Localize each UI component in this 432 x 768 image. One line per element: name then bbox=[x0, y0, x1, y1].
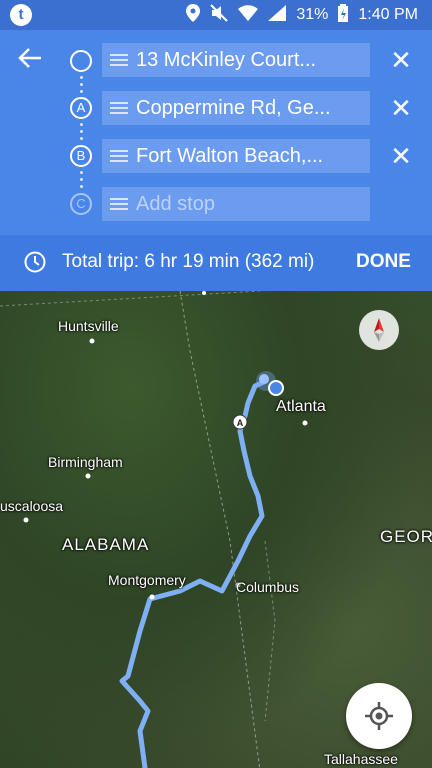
city-dot bbox=[302, 420, 308, 426]
stop-a-marker-icon: A bbox=[70, 97, 92, 119]
city-dot bbox=[89, 338, 95, 344]
map-label-atlanta: Atlanta bbox=[276, 398, 326, 415]
battery-percent: 31% bbox=[296, 6, 329, 23]
map-label-columbus: Columbus bbox=[236, 579, 300, 595]
city-dot bbox=[202, 291, 206, 295]
drag-handle-icon[interactable] bbox=[110, 198, 128, 210]
map-label-montgomery: Montgomery bbox=[108, 572, 186, 588]
drag-handle-icon[interactable] bbox=[110, 102, 128, 114]
map-label-tuscaloosa: uscaloosa bbox=[0, 498, 64, 514]
clock-time: 1:40 PM bbox=[358, 6, 418, 23]
state-border bbox=[264, 540, 276, 722]
mute-icon bbox=[210, 3, 229, 27]
current-location-dot bbox=[268, 380, 284, 396]
route-connector bbox=[80, 171, 83, 192]
origin-dot bbox=[259, 374, 269, 384]
location-icon bbox=[186, 3, 201, 27]
state-border bbox=[179, 291, 261, 768]
crosshair-icon bbox=[365, 702, 393, 730]
compass-icon bbox=[374, 318, 384, 342]
route-connector bbox=[80, 123, 83, 144]
map-stop-a-label: A bbox=[237, 418, 244, 428]
city-dot bbox=[23, 517, 29, 523]
stop-text: Fort Walton Beach,... bbox=[136, 145, 324, 167]
directions-header: 13 McKinley Court... ✕ A Coppermine Rd, … bbox=[0, 30, 432, 235]
stop-text: 13 McKinley Court... bbox=[136, 49, 317, 71]
clock-icon bbox=[24, 251, 46, 273]
stop-field-a[interactable]: Coppermine Rd, Ge... bbox=[102, 91, 370, 125]
stop-field-origin[interactable]: 13 McKinley Court... bbox=[102, 43, 370, 77]
drag-handle-icon[interactable] bbox=[110, 150, 128, 162]
stop-c-marker-icon: C bbox=[70, 193, 92, 215]
map-label-huntsville: Huntsville bbox=[58, 318, 119, 334]
status-icons: 31% 1:40 PM bbox=[186, 0, 418, 30]
route-connector bbox=[80, 76, 83, 97]
signal-icon bbox=[268, 4, 287, 26]
city-dot bbox=[85, 473, 91, 479]
remove-stop-b-button[interactable]: ✕ bbox=[386, 141, 416, 171]
remove-stop-a-button[interactable]: ✕ bbox=[386, 93, 416, 123]
add-stop-field[interactable]: Add stop bbox=[102, 187, 370, 221]
add-stop-placeholder: Add stop bbox=[136, 193, 215, 215]
state-border bbox=[0, 291, 261, 307]
city-dot bbox=[149, 594, 155, 600]
app-notification-icon: t bbox=[10, 4, 32, 26]
done-button[interactable]: DONE bbox=[356, 251, 411, 273]
origin-marker-icon bbox=[70, 50, 92, 72]
stop-text: Coppermine Rd, Ge... bbox=[136, 97, 331, 119]
compass-button[interactable] bbox=[359, 310, 399, 350]
my-location-button[interactable] bbox=[346, 683, 412, 749]
map-label-alabama: ALABAMA bbox=[62, 535, 150, 554]
back-button[interactable] bbox=[18, 45, 52, 75]
map-label-tallahassee: Tallahassee bbox=[324, 751, 398, 767]
status-bar: t 31% 1:40 PM bbox=[0, 0, 432, 30]
drag-handle-icon[interactable] bbox=[110, 54, 128, 66]
stop-b-marker-icon: B bbox=[70, 145, 92, 167]
map-label-georgia: GEOR bbox=[380, 527, 432, 546]
back-arrow-icon bbox=[18, 48, 41, 68]
trip-summary-text: Total trip: 6 hr 19 min (362 mi) bbox=[62, 251, 315, 272]
stop-field-b[interactable]: Fort Walton Beach,... bbox=[102, 139, 370, 173]
trip-summary-bar: Total trip: 6 hr 19 min (362 mi) DONE bbox=[0, 235, 432, 291]
remove-stop-origin-button[interactable]: ✕ bbox=[386, 45, 416, 75]
wifi-icon bbox=[238, 4, 259, 26]
map-label-birmingham: Birmingham bbox=[48, 454, 123, 470]
battery-icon bbox=[338, 3, 349, 27]
